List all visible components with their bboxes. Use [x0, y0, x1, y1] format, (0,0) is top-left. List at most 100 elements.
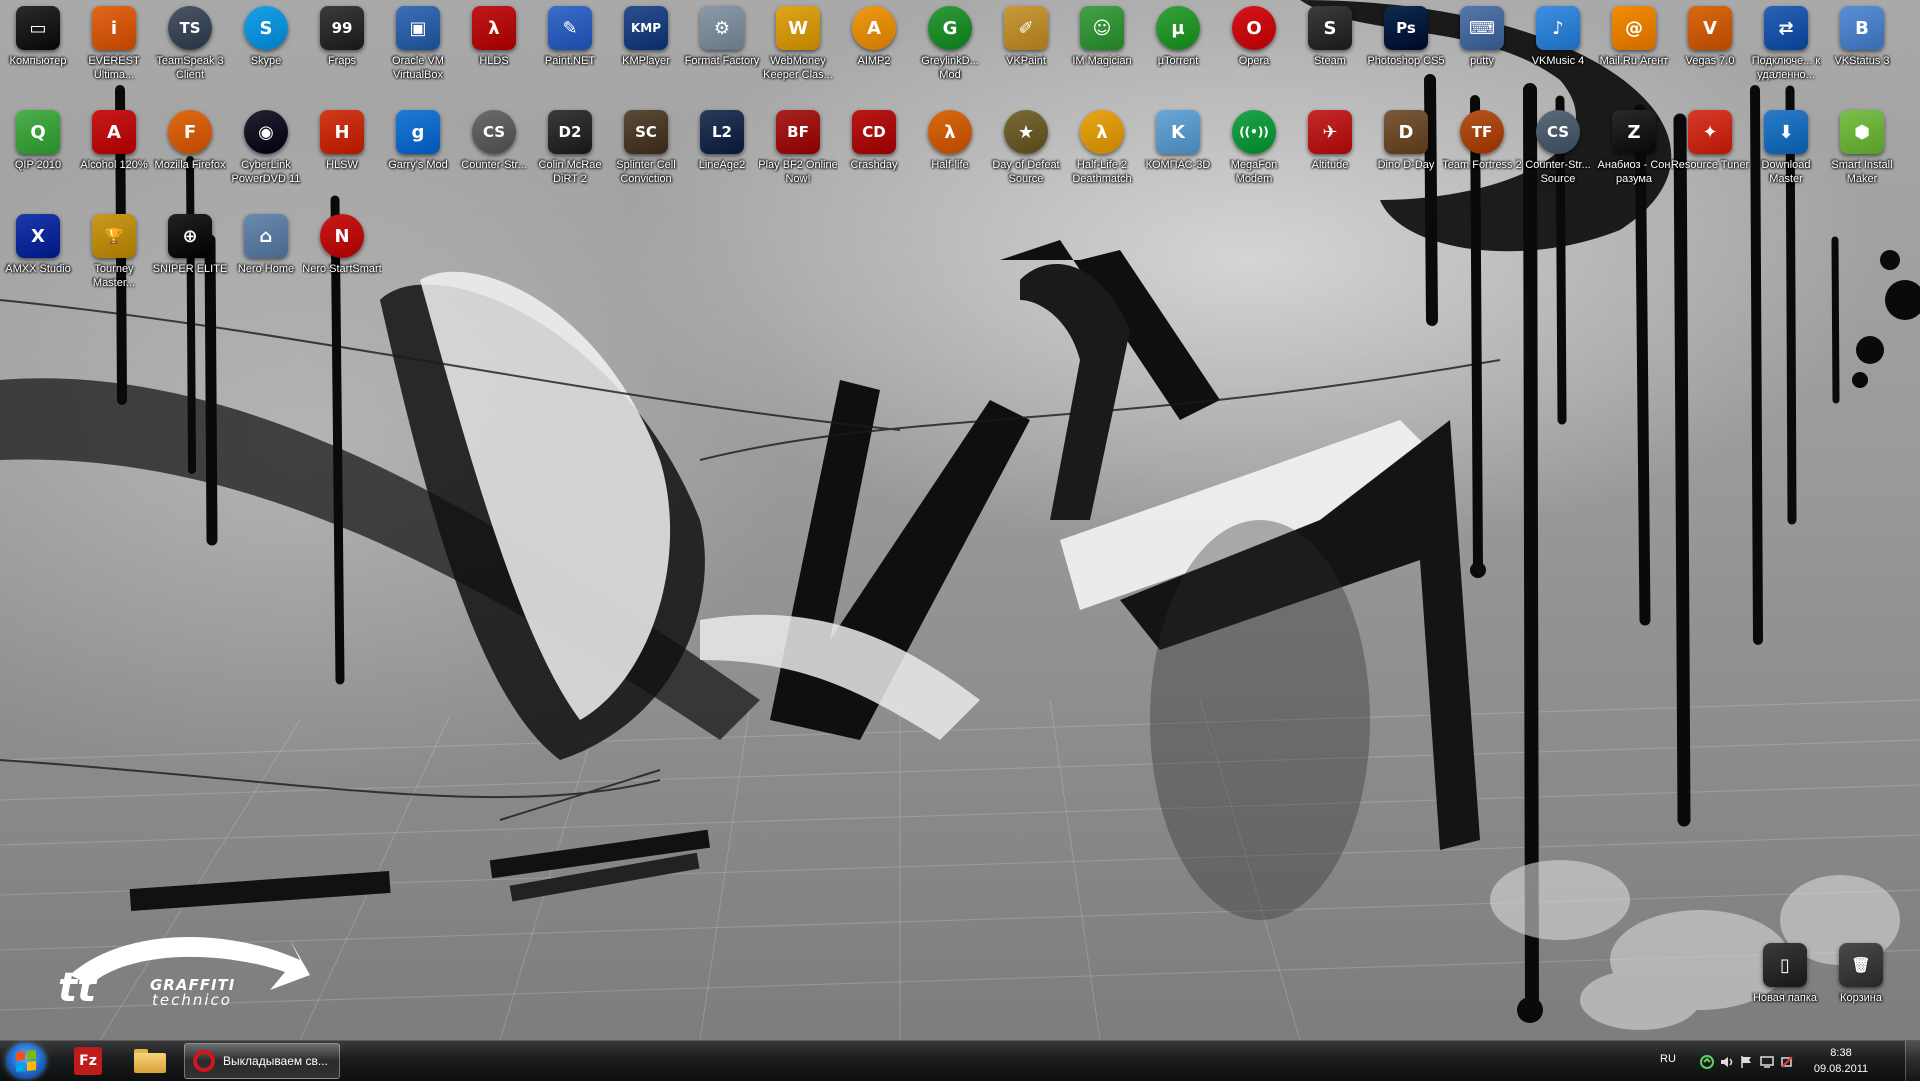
icon-glyph: SC — [635, 123, 657, 141]
desktop-icon-fraps[interactable]: 99 Fraps — [304, 0, 380, 100]
desktop-icon-counterstrike[interactable]: CS Counter-Str... — [456, 104, 532, 204]
desktop-icon-greylink[interactable]: G GreylinkD... Mod — [912, 0, 988, 100]
action-center-flag-icon[interactable] — [1740, 1055, 1754, 1069]
utorrent-icon: µ — [1156, 6, 1200, 50]
volume-icon[interactable] — [1720, 1055, 1734, 1069]
icon-glyph: ⬇ — [1778, 121, 1794, 143]
display-icon[interactable] — [1760, 1055, 1774, 1069]
icon-glyph: N — [334, 225, 350, 247]
desktop-icon-battlefield[interactable]: BF Play BF2 Online Now! — [758, 104, 838, 204]
lineage2-icon: L2 — [700, 110, 744, 154]
desktop-icon-steam[interactable]: S Steam — [1292, 0, 1368, 100]
desktop-icon-nerostart[interactable]: N Nero StartSmart — [302, 208, 382, 308]
show-desktop-button[interactable] — [1905, 1041, 1920, 1081]
desktop-icon-megafon[interactable]: ((•)) MegaFon Modem — [1216, 104, 1292, 204]
desktop-icon-dirt2[interactable]: D2 Colin McRae DiRT 2 — [532, 104, 608, 204]
taskbar-pin-filezilla[interactable]: Fz — [62, 1044, 114, 1078]
icon-glyph: µ — [1171, 17, 1185, 39]
desktop-icon-rdp[interactable]: ⇄ Подключе... к удаленно... — [1748, 0, 1824, 100]
language-indicator[interactable]: RU — [1660, 1053, 1676, 1065]
remote-desktop-icon: ⇄ — [1764, 6, 1808, 50]
desktop-icon-aimp2[interactable]: A AIMP2 — [836, 0, 912, 100]
desktop-icon-label: Smart Install Maker — [1831, 159, 1893, 185]
desktop-icon-firefox[interactable]: F Mozilla Firefox — [152, 104, 228, 204]
desktop-icon-label: Подключе... к удаленно... — [1751, 55, 1821, 81]
desktop-icon-downloadmaster[interactable]: ⬇ Download Master — [1748, 104, 1824, 204]
desktop-icon-tf2[interactable]: TF Team Fortress 2 — [1442, 104, 1522, 204]
desktop-icon-recyclebin[interactable]: 🗑 Корзина — [1823, 937, 1899, 1037]
desktop-icon-newfolder[interactable]: ▯ Новая папка — [1747, 937, 1823, 1037]
taskbar-task-opera[interactable]: Выкладываем св... — [184, 1043, 340, 1079]
desktop-icon-paintnet[interactable]: ✎ Paint.NET — [532, 0, 608, 100]
desktop-icon-halflife[interactable]: λ Half-life — [912, 104, 988, 204]
icon-glyph: A — [107, 121, 121, 143]
desktop-icon-skype[interactable]: S Skype — [228, 0, 304, 100]
icon-glyph: F — [183, 121, 197, 143]
desktop-icon-alcohol[interactable]: A Alcohol 120% — [76, 104, 152, 204]
desktop-icon-resourcetuner[interactable]: ✦ Resource Tuner — [1671, 104, 1749, 204]
teamspeak-icon: TS — [168, 6, 212, 50]
desktop-icon-anabiosis[interactable]: Z Анабиоз - Сон разума — [1596, 104, 1672, 204]
virtualbox-icon: ▣ — [396, 6, 440, 50]
desktop-icon-opera[interactable]: O Opera — [1216, 0, 1292, 100]
im-magician-icon: ☺ — [1080, 6, 1124, 50]
network-icon[interactable] — [1700, 1055, 1714, 1069]
icon-glyph: ⇄ — [1778, 17, 1794, 39]
desktop-icon-nerohome[interactable]: ⌂ Nero Home — [228, 208, 304, 308]
power-icon[interactable] — [1780, 1055, 1794, 1069]
icon-glyph: ✈ — [1322, 121, 1338, 143]
webmoney-icon: W — [776, 6, 820, 50]
icon-glyph: λ — [488, 17, 500, 39]
taskbar-pin-explorer[interactable] — [124, 1044, 176, 1078]
icon-glyph: TS — [179, 19, 201, 37]
desktop-icon-powerdvd[interactable]: ◉ CyberLink PowerDVD 11 — [228, 104, 304, 204]
desktop-icon-label: WebMoney Keeper Clas... — [763, 55, 833, 81]
system-tray: RU 8:38 09.08.2011 — [1660, 1041, 1920, 1081]
desktop-icon-mailru[interactable]: @ Mail.Ru Агент — [1596, 0, 1672, 100]
desktop-icon-altitude[interactable]: ✈ Altitude — [1292, 104, 1368, 204]
desktop-icon-photoshop[interactable]: Ps Photoshop CS5 — [1367, 0, 1445, 100]
desktop-icon-dinodday[interactable]: D Dino D-Day — [1368, 104, 1444, 204]
desktop-icon-label: µTorrent — [1157, 55, 1199, 67]
desktop-icon-utorrent[interactable]: µ µTorrent — [1140, 0, 1216, 100]
desktop-icon-everest[interactable]: i EVEREST Ultima... — [76, 0, 152, 100]
desktop-icon-sniperelite[interactable]: ⊕ SNIPER ELITE — [152, 208, 228, 308]
desktop-icon-tourney[interactable]: 🏆 Tourney Master... — [76, 208, 152, 308]
icon-glyph: W — [788, 17, 808, 39]
desktop-icon-webmoney[interactable]: W WebMoney Keeper Clas... — [760, 0, 836, 100]
desktop-icon-kmplayer[interactable]: KMP KMPlayer — [608, 0, 684, 100]
desktop-icon-hlds[interactable]: λ HLDS — [456, 0, 532, 100]
system-clock[interactable]: 8:38 09.08.2011 — [1806, 1045, 1876, 1077]
desktop-icon-teamspeak[interactable]: TS TeamSpeak 3 Client — [152, 0, 228, 100]
desktop-icon-immagician[interactable]: ☺ IM Magician — [1064, 0, 1140, 100]
desktop-icon-qip[interactable]: Q QIP 2010 — [0, 104, 76, 204]
format-factory-icon: ⚙ — [700, 6, 744, 50]
desktop-icon-crashday[interactable]: CD Crashday — [836, 104, 912, 204]
desktop-icon-vegas[interactable]: V Vegas 7.0 — [1672, 0, 1748, 100]
desktop-icon-label: Steam — [1314, 55, 1346, 67]
desktop-icon-lineage2[interactable]: L2 LineAge2 — [684, 104, 760, 204]
desktop-icon-formatfactory[interactable]: ⚙ Format Factory — [684, 0, 760, 100]
desktop-icon-vkstatus[interactable]: B VKStatus 3 — [1824, 0, 1900, 100]
desktop-icon-garrysmod[interactable]: g Garry's Mod — [380, 104, 456, 204]
desktop-icon-label: Mozilla Firefox — [154, 159, 226, 171]
dirt2-icon: D2 — [548, 110, 592, 154]
desktop-icon-kompas[interactable]: K КОМПАС-3D — [1140, 104, 1216, 204]
desktop-icon-vkpaint[interactable]: ✐ VKPaint — [988, 0, 1064, 100]
day-of-defeat-icon: ★ — [1004, 110, 1048, 154]
icon-glyph: 🗑 — [1851, 956, 1871, 974]
desktop-icon-virtualbox[interactable]: ▣ Oracle VM VirtualBox — [380, 0, 456, 100]
desktop-icon-splintercell[interactable]: SC Splinter Cell Conviction — [608, 104, 684, 204]
desktop-icon-putty[interactable]: ⌨ putty — [1444, 0, 1520, 100]
counter-strike-icon: CS — [472, 110, 516, 154]
desktop-icon-hlsw[interactable]: H HLSW — [304, 104, 380, 204]
desktop-icon-cssource[interactable]: CS Counter-Str... Source — [1520, 104, 1596, 204]
start-button[interactable] — [6, 1043, 46, 1079]
desktop-icon-dods[interactable]: ★ Day of Defeat Source — [988, 104, 1064, 204]
desktop-icon-computer[interactable]: ▭ Компьютер — [0, 0, 76, 100]
desktop-icon-label: Skype — [250, 55, 282, 67]
desktop-icon-hl2dm[interactable]: λ Half-Life 2 Deathmatch — [1064, 104, 1140, 204]
desktop-icon-smartinstall[interactable]: ⬢ Smart Install Maker — [1824, 104, 1900, 204]
desktop-icon-vkmusic[interactable]: ♪ VKMusic 4 — [1520, 0, 1596, 100]
desktop-icon-amxx[interactable]: X AMXX Studio — [0, 208, 76, 308]
